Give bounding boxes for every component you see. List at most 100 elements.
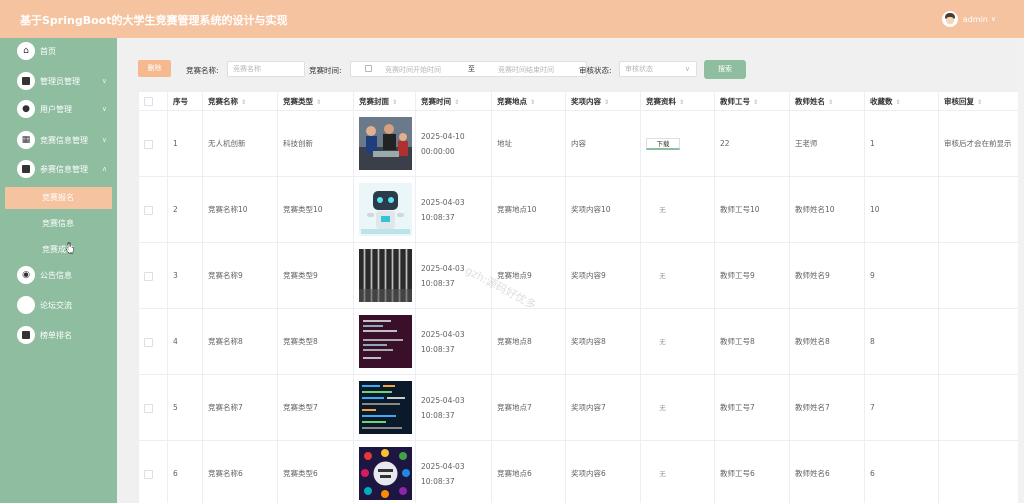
cell-time: 2025-04-03 10:08:37 [415, 308, 492, 375]
username[interactable]: admin [963, 15, 988, 24]
chevron-down-icon: ∨ [684, 65, 690, 73]
table-row[interactable]: 4 竞赛名称8 竞赛类型8 2025-04-03 10:08:37 竞赛地点8 奖项内容8… [138, 308, 1018, 375]
select-all-checkbox[interactable] [144, 96, 153, 106]
sidebar-item-users[interactable]: ● 用户管理 ∨ [0, 96, 117, 122]
table-row[interactable]: 3 竞赛名称9 竞赛类型9 2025-04-03 10:08:37 竞赛地点9 奖项内容9… [138, 242, 1018, 309]
cover-image[interactable] [359, 117, 415, 170]
column-header-prize[interactable]: 奖项内容 ⇕ [565, 91, 641, 111]
sidebar-subitem-registration[interactable]: 竞赛报名 [5, 187, 112, 209]
name-search-input[interactable]: 竞赛名称 [227, 61, 305, 77]
page-scrollbar[interactable] [1018, 38, 1024, 503]
download-button[interactable]: 下载 [646, 138, 680, 150]
cell-prize: 奖项内容9 [565, 242, 641, 309]
sidebar-subitem-info[interactable]: 竞赛信息 [0, 213, 117, 235]
sidebar-item-home[interactable]: ⌂ 首页 [0, 38, 117, 64]
column-header-place[interactable]: 竞赛地点 ⇕ [491, 91, 566, 111]
cell-reply [938, 242, 1018, 309]
data-table: 序号 竞赛名称 ⇕ 竞赛类型 ⇕ 竞赛封面 ⇕ 竞赛时间 ⇕ 竞赛地点 ⇕ 奖项内容 ⇕ 竞… [138, 91, 1018, 503]
sidebar-item-competition-info[interactable]: ▦ 竞赛信息管理 ∨ [0, 127, 117, 153]
table-row[interactable]: 1 无人机创新 科技创新 2025-04-10 00:00:00 地址 内容 下载 22 王老师… [138, 110, 1018, 177]
column-header-reply[interactable]: 审核回复 ⇕ [938, 91, 1018, 111]
select-all-cell[interactable] [138, 91, 168, 111]
cover-image[interactable] [359, 381, 415, 434]
home-icon: ⌂ [17, 42, 35, 60]
cell-no: 1 [167, 110, 203, 177]
cell-name: 无人机创新 [202, 110, 278, 177]
cell-teacher-name: 教师姓名10 [789, 176, 865, 243]
row-checkbox[interactable] [144, 271, 153, 281]
chevron-down-icon: ∨ [101, 105, 107, 113]
table-row[interactable]: 5 竞赛名称7 竞赛类型7 2025-04-03 10:08:37 竞赛地点7 奖项内容7… [138, 374, 1018, 441]
cell-teacher-name: 王老师 [789, 110, 865, 177]
search-bar: 删除 竞赛名称: 竞赛名称 竞赛时间: 竞赛时间开始时间 至 竞赛时间结束时间 … [138, 58, 1018, 80]
cell-time: 2025-04-10 00:00:00 [415, 110, 492, 177]
row-checkbox-cell[interactable] [138, 110, 168, 177]
start-date-input[interactable]: 竞赛时间开始时间 [385, 65, 441, 75]
sort-icon: ⇕ [392, 98, 398, 106]
column-header-cover[interactable]: 竞赛封面 ⇕ [353, 91, 416, 111]
cover-image[interactable] [359, 315, 415, 368]
cell-no: 6 [167, 440, 203, 503]
sidebar-item-forum[interactable]: 论坛交流 [0, 292, 117, 318]
column-header-name[interactable]: 竞赛名称 ⇕ [202, 91, 278, 111]
cell-place: 地址 [491, 110, 566, 177]
sidebar-item-participation[interactable]: 参赛信息管理 ∧ [0, 156, 117, 182]
row-checkbox-cell[interactable] [138, 242, 168, 309]
row-checkbox[interactable] [144, 337, 153, 347]
row-checkbox-cell[interactable] [138, 176, 168, 243]
end-date-input[interactable]: 竞赛时间结束时间 [498, 65, 554, 75]
cell-time: 2025-04-03 10:08:37 [415, 440, 492, 503]
cell-teacher-name: 教师姓名9 [789, 242, 865, 309]
sort-icon: ⇕ [604, 98, 610, 106]
cell-material: 无 [640, 308, 715, 375]
cell-reply [938, 308, 1018, 375]
sort-icon: ⇕ [241, 98, 247, 106]
column-header-material[interactable]: 竞赛资料 ⇕ [640, 91, 715, 111]
row-checkbox-cell[interactable] [138, 440, 168, 503]
column-header-fav[interactable]: 收藏数 ⇕ [864, 91, 939, 111]
cover-image[interactable] [359, 183, 415, 236]
column-header-time[interactable]: 竞赛时间 ⇕ [415, 91, 492, 111]
sidebar-subitem-score[interactable]: 竞赛成绩 [0, 239, 117, 261]
sidebar-item-admin[interactable]: 管理员管理 ∨ [0, 68, 117, 94]
sidebar-item-ranking[interactable]: 榜单排名 [0, 322, 117, 348]
sort-icon: ⇕ [977, 98, 983, 106]
cell-cover [353, 242, 416, 309]
cell-prize: 奖项内容8 [565, 308, 641, 375]
cell-teacher-no: 教师工号7 [714, 374, 790, 441]
cell-prize: 奖项内容10 [565, 176, 641, 243]
column-header-teacher-no[interactable]: 教师工号 ⇕ [714, 91, 790, 111]
status-select[interactable]: 审核状态 ∨ [619, 61, 697, 77]
table-row[interactable]: 2 竞赛名称10 竞赛类型10 2025-04-03 10:08:37 竞赛地点10 奖项… [138, 176, 1018, 243]
status-label: 审核状态: [579, 66, 612, 75]
cell-material: 无 [640, 242, 715, 309]
grid-icon: ▦ [17, 131, 35, 149]
table-row[interactable]: 6 竞赛名称6 竞赛类型6 2025-04-03 10:08:37 竞赛地点6 奖项内容6… [138, 440, 1018, 503]
row-checkbox[interactable] [144, 403, 153, 413]
cell-type: 竞赛类型10 [277, 176, 354, 243]
avatar[interactable] [941, 11, 958, 27]
column-header-teacher-name[interactable]: 教师姓名 ⇕ [789, 91, 865, 111]
row-checkbox[interactable] [144, 469, 153, 479]
row-checkbox[interactable] [144, 205, 153, 215]
search-button[interactable]: 搜索 [704, 60, 746, 79]
cell-reply [938, 176, 1018, 243]
sidebar-item-label: 首页 [40, 46, 56, 56]
cell-reply [938, 374, 1018, 441]
cell-teacher-name: 教师姓名6 [789, 440, 865, 503]
sidebar-item-notice[interactable]: ◉ 公告信息 [0, 262, 117, 288]
date-range-picker[interactable]: 竞赛时间开始时间 至 竞赛时间结束时间 [350, 61, 587, 77]
cover-image[interactable] [359, 249, 415, 302]
row-checkbox-cell[interactable] [138, 308, 168, 375]
chevron-up-icon: ∧ [101, 165, 107, 173]
delete-button[interactable]: 删除 [138, 60, 171, 77]
row-checkbox[interactable] [144, 139, 153, 149]
user-menu[interactable]: admin ∨ [941, 11, 996, 27]
admin-icon [17, 72, 35, 90]
cover-image[interactable] [359, 447, 415, 500]
notice-icon: ◉ [17, 266, 35, 284]
column-header-type[interactable]: 竞赛类型 ⇕ [277, 91, 354, 111]
row-checkbox-cell[interactable] [138, 374, 168, 441]
chevron-down-icon: ∨ [101, 136, 107, 144]
chevron-down-icon[interactable]: ∨ [991, 15, 996, 23]
